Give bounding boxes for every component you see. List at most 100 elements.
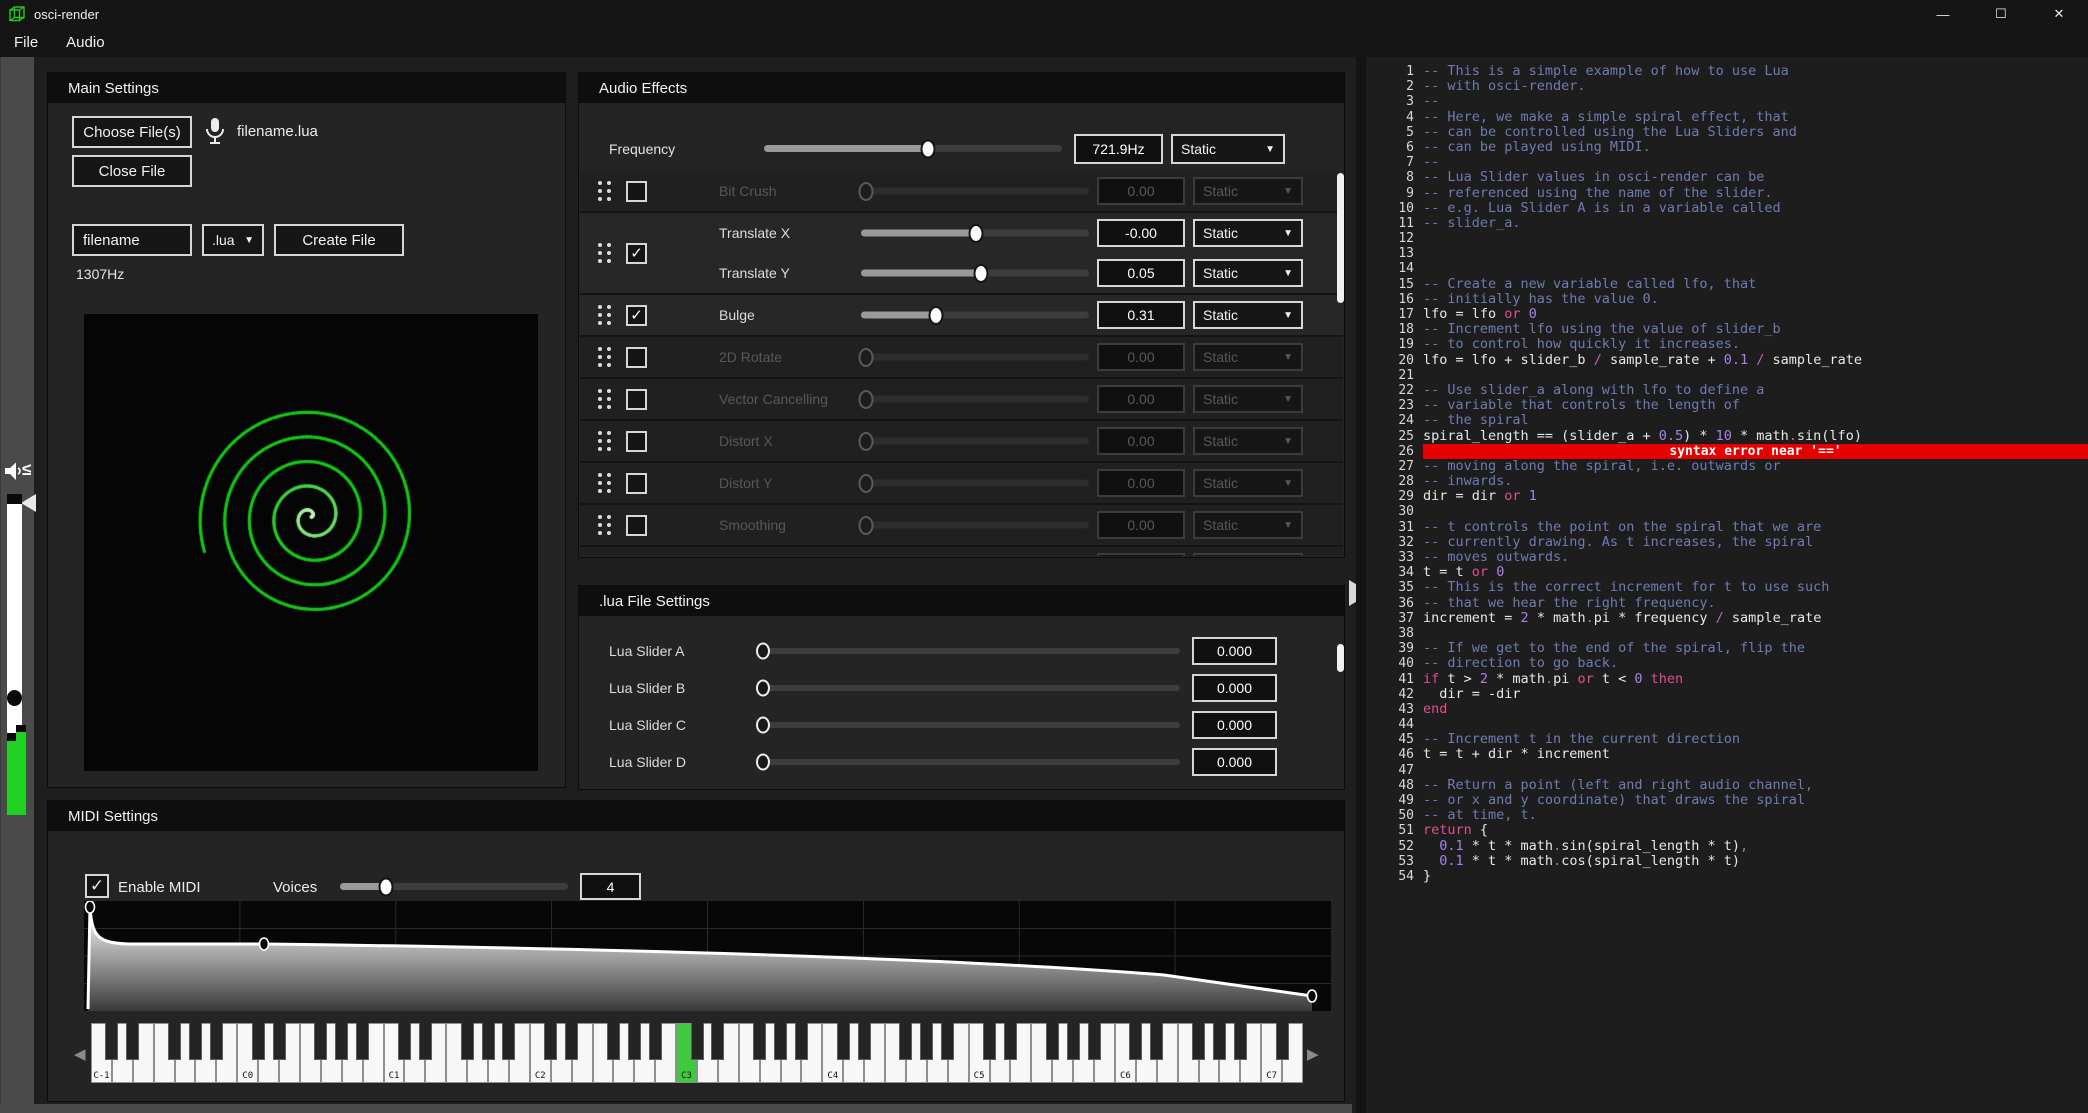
code-line[interactable]: 53 0.1 * t * math.cos(spiral_length * t)	[1366, 854, 2088, 869]
code-line[interactable]: 21	[1366, 368, 2088, 383]
code-line[interactable]: 48-- Return a point (left and right audi…	[1366, 778, 2088, 793]
piano-key-black[interactable]	[1088, 1023, 1101, 1060]
effect-mode-dropdown[interactable]: Static▼	[1193, 385, 1303, 413]
code-line[interactable]: 18-- Increment lfo using the value of sl…	[1366, 322, 2088, 337]
code-line[interactable]: 51return {	[1366, 823, 2088, 838]
frequency-value[interactable]: 721.9Hz	[1074, 134, 1163, 164]
piano-key-black[interactable]	[858, 1023, 871, 1060]
piano-key-black[interactable]	[398, 1023, 411, 1060]
code-line[interactable]: 2-- with osci-render.	[1366, 79, 2088, 94]
effect-slider[interactable]	[861, 270, 1089, 277]
effect-mode-dropdown[interactable]: Static▼	[1193, 511, 1303, 539]
piano-key-black[interactable]	[837, 1023, 850, 1060]
code-line[interactable]: 47	[1366, 763, 2088, 778]
code-line[interactable]: 20lfo = lfo + slider_b / sample_rate + 0…	[1366, 353, 2088, 368]
slider-thumb[interactable]	[858, 348, 873, 367]
slider-thumb[interactable]	[378, 877, 393, 896]
lua-slider[interactable]	[763, 685, 1180, 691]
piano-key-black[interactable]	[314, 1023, 327, 1060]
code-line[interactable]: 23-- variable that controls the length o…	[1366, 398, 2088, 413]
effect-mode-dropdown[interactable]: Static▼	[1193, 469, 1303, 497]
slider-thumb[interactable]	[973, 264, 988, 283]
code-line[interactable]: 49-- or x and y coordinate) that draws t…	[1366, 793, 2088, 808]
code-line[interactable]: 40-- direction to go back.	[1366, 656, 2088, 671]
piano-key-black[interactable]	[691, 1023, 704, 1060]
voices-value[interactable]: 4	[580, 873, 641, 900]
code-line[interactable]: 26syntax error near '=='	[1366, 444, 2088, 459]
lua-slider[interactable]	[763, 648, 1180, 654]
piano-key-black[interactable]	[565, 1023, 578, 1060]
effect-checkbox[interactable]	[626, 347, 647, 368]
piano-key-black[interactable]	[252, 1023, 265, 1060]
lua-slider-value[interactable]: 0.000	[1192, 674, 1277, 702]
code-line[interactable]: 16-- initially has the value 0.	[1366, 292, 2088, 307]
piano-key-black[interactable]	[753, 1023, 766, 1060]
code-line[interactable]: 4-- Here, we make a simple spiral effect…	[1366, 110, 2088, 125]
voices-slider[interactable]	[340, 883, 568, 890]
effect-slider[interactable]	[861, 438, 1089, 445]
code-line[interactable]: 28-- inwards.	[1366, 474, 2088, 489]
piano-key-black[interactable]	[649, 1023, 662, 1060]
envelope-point[interactable]	[86, 901, 95, 913]
piano-key-black[interactable]	[126, 1023, 139, 1060]
code-line[interactable]: 46t = t + dir * increment	[1366, 747, 2088, 762]
effect-checkbox[interactable]	[626, 389, 647, 410]
piano-key-black[interactable]	[105, 1023, 118, 1060]
code-line[interactable]: 9-- referenced using the name of the sli…	[1366, 186, 2088, 201]
effect-checkbox[interactable]	[626, 473, 647, 494]
code-line[interactable]: 8-- Lua Slider values in osci-render can…	[1366, 170, 2088, 185]
maximize-button[interactable]: ☐	[1972, 0, 2030, 28]
slider-thumb[interactable]	[756, 643, 770, 660]
effect-mode-dropdown[interactable]: Static▼	[1193, 427, 1303, 455]
piano-scroll-left-icon[interactable]: ◀	[74, 1045, 86, 1063]
effect-slider[interactable]	[861, 522, 1089, 529]
drag-handle-icon[interactable]	[598, 389, 612, 409]
code-line[interactable]: 38	[1366, 626, 2088, 641]
code-line[interactable]: 50-- at time, t.	[1366, 808, 2088, 823]
drag-handle-icon[interactable]	[598, 305, 612, 325]
lua-slider[interactable]	[763, 759, 1180, 765]
code-line[interactable]: 34t = t or 0	[1366, 565, 2088, 580]
effect-value[interactable]: 0.00	[1097, 385, 1185, 413]
piano-key-black[interactable]	[1046, 1023, 1059, 1060]
effect-mode-dropdown[interactable]: Static▼	[1193, 177, 1303, 205]
drag-handle-icon[interactable]	[598, 431, 612, 451]
piano-key-black[interactable]	[273, 1023, 286, 1060]
slider-thumb[interactable]	[756, 717, 770, 734]
piano-key-black[interactable]	[482, 1023, 495, 1060]
drag-handle-icon[interactable]	[598, 515, 612, 535]
adsr-envelope[interactable]	[84, 901, 1331, 1011]
code-line[interactable]: 35-- This is the correct increment for t…	[1366, 580, 2088, 595]
piano-key-black[interactable]	[1213, 1023, 1226, 1060]
effect-value[interactable]: -0.00	[1097, 219, 1185, 247]
code-line[interactable]: 5-- can be controlled using the Lua Slid…	[1366, 125, 2088, 140]
effect-value[interactable]: 0.05	[1097, 259, 1185, 287]
piano-key-black[interactable]	[189, 1023, 202, 1060]
piano-key-black[interactable]	[628, 1023, 641, 1060]
piano-key-black[interactable]	[544, 1023, 557, 1060]
piano-key-black[interactable]	[1067, 1023, 1080, 1060]
piano-key-black[interactable]	[502, 1023, 515, 1060]
filename-input[interactable]: filename	[72, 224, 192, 256]
drag-handle-icon[interactable]	[598, 243, 612, 263]
effect-value[interactable]: 0.31	[1097, 301, 1185, 329]
slider-thumb[interactable]	[756, 680, 770, 697]
code-line[interactable]: 7--	[1366, 155, 2088, 170]
close-file-button[interactable]: Close File	[72, 155, 192, 187]
lua-code-editor[interactable]: 1-- This is a simple example of how to u…	[1356, 57, 2088, 1113]
piano-key-black[interactable]	[1150, 1023, 1163, 1060]
effect-value[interactable]: 0.00	[1097, 177, 1185, 205]
code-line[interactable]: 13	[1366, 246, 2088, 261]
menu-item-audio[interactable]: Audio	[52, 28, 118, 57]
code-line[interactable]: 33-- moves outwards.	[1366, 550, 2088, 565]
code-line[interactable]: 27-- moving along the spiral, i.e. outwa…	[1366, 459, 2088, 474]
code-line[interactable]: 37increment = 2 * math.pi * frequency / …	[1366, 611, 2088, 626]
code-line[interactable]: 3--	[1366, 94, 2088, 109]
code-line[interactable]: 41if t > 2 * math.pi or t < 0 then	[1366, 672, 2088, 687]
drag-handle-icon[interactable]	[598, 181, 612, 201]
code-line[interactable]: 1-- This is a simple example of how to u…	[1366, 64, 2088, 79]
effect-value[interactable]: 0.00	[1097, 469, 1185, 497]
effect-mode-dropdown[interactable]: Static▼	[1193, 259, 1303, 287]
piano-key-black[interactable]	[1276, 1023, 1289, 1060]
enable-midi-checkbox[interactable]: ✓	[85, 874, 109, 898]
